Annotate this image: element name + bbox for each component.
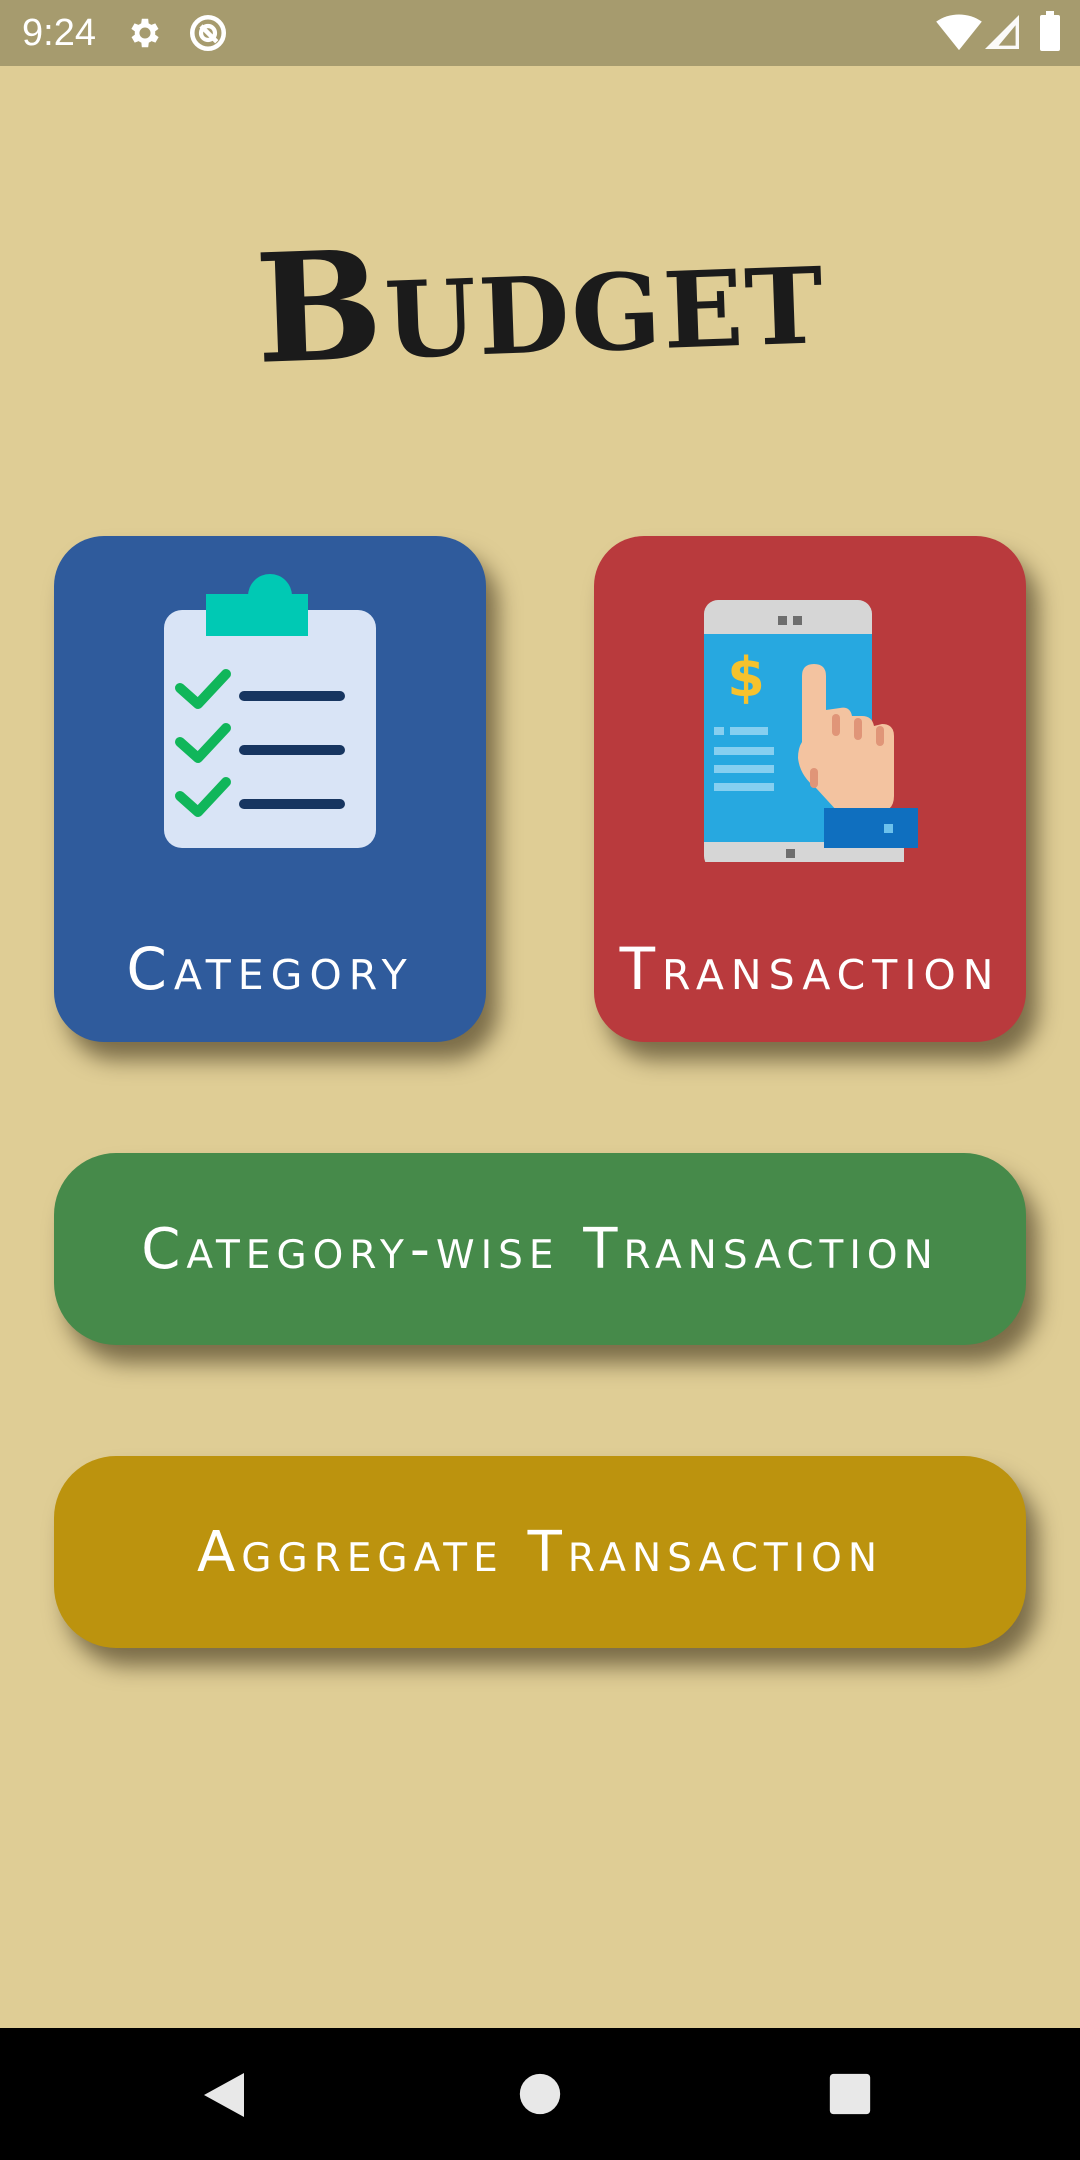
battery-icon <box>1040 11 1060 51</box>
navigation-bar <box>0 2028 1080 2160</box>
cell-signal-icon <box>985 15 1019 49</box>
wifi-icon <box>936 14 982 51</box>
transaction-tile-button[interactable]: $ Transaction <box>594 536 1026 1042</box>
transaction-tile-label: Transaction <box>619 935 1001 1003</box>
status-time: 9:24 <box>22 12 96 54</box>
category-tile-label: Category <box>126 935 414 1003</box>
back-icon[interactable] <box>200 2070 248 2120</box>
phone-payment-icon: $ <box>704 600 918 862</box>
app-title: Budget <box>252 202 828 398</box>
sync-icon <box>189 14 227 52</box>
home-icon[interactable] <box>518 2072 562 2116</box>
clipboard-checklist-icon <box>164 574 376 848</box>
recents-icon[interactable] <box>828 2072 872 2116</box>
aggregate-transaction-button[interactable]: Aggregate Transaction <box>54 1456 1026 1648</box>
category-wise-transaction-button[interactable]: Category-wise Transaction <box>54 1153 1026 1345</box>
svg-text:$: $ <box>727 646 765 709</box>
category-wise-transaction-label: Category-wise Transaction <box>141 1216 939 1282</box>
gear-icon <box>131 18 159 48</box>
aggregate-transaction-label: Aggregate Transaction <box>196 1519 884 1585</box>
category-tile-button[interactable]: Category <box>54 536 486 1042</box>
status-bar: 9:24 <box>0 0 1080 66</box>
